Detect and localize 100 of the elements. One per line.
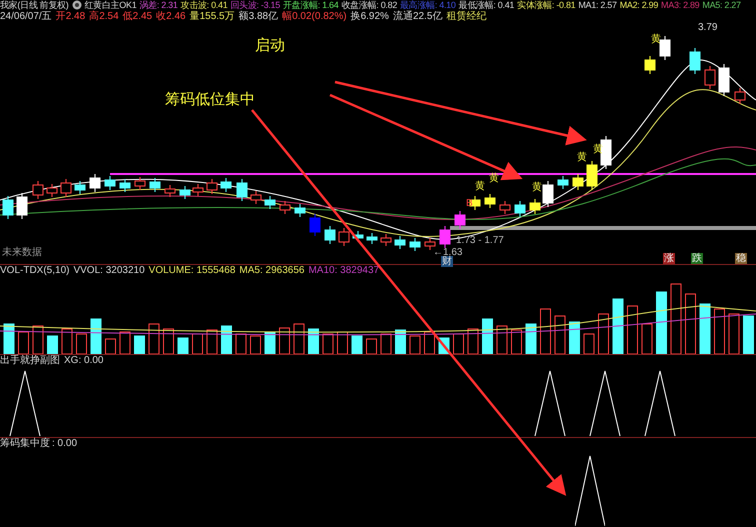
candle	[690, 48, 700, 74]
future-data-note: 未来数据	[2, 247, 42, 258]
volume-bar	[554, 316, 566, 354]
indicator-reading: 最高涨幅: 4.10	[400, 0, 456, 10]
volume-bar	[192, 334, 203, 354]
gear-icon[interactable]	[72, 0, 82, 10]
chart-title: 我家(日线 前复权)	[0, 0, 68, 11]
volume-bar	[294, 324, 304, 354]
candle	[600, 136, 612, 170]
signal-label: 黄	[532, 182, 542, 193]
candle	[514, 200, 526, 218]
volume-bar	[76, 334, 87, 354]
candle	[120, 178, 130, 192]
candle	[164, 184, 176, 198]
volume-bar	[700, 304, 710, 354]
volume-reading: VVOL: 3203210	[73, 265, 145, 276]
signal-label: 黄	[475, 181, 485, 192]
candle	[16, 192, 28, 220]
volume-bar	[322, 334, 334, 354]
volume-bar	[468, 328, 478, 354]
indicator-reading: XG: 0.00	[64, 355, 104, 366]
indicator-reading: : 0.00	[52, 438, 78, 449]
indicator-reading: 实体涨幅: -0.81	[517, 0, 576, 11]
candle	[324, 226, 336, 244]
quote-field: 低2.45	[122, 11, 152, 22]
volume-bar	[32, 326, 44, 354]
candle	[644, 56, 656, 74]
candle	[220, 178, 232, 192]
indicator-reading: 涡差: 2.31	[139, 0, 178, 11]
finance-tag: 财	[441, 256, 453, 267]
volume-bar	[134, 336, 145, 354]
volume-reading: MA5: 2963656	[239, 265, 304, 276]
volume-bar	[743, 316, 754, 354]
candle	[2, 196, 14, 220]
volume-bar	[4, 324, 14, 354]
quote-field: 高2.54	[89, 11, 119, 22]
candle	[104, 176, 116, 190]
indicator-reading: 回头波: -3.15	[230, 0, 280, 10]
candle	[180, 186, 190, 200]
signal-label: 黄	[651, 34, 661, 45]
volume-bar	[120, 332, 130, 354]
signal-tag: 稳	[735, 253, 747, 264]
volume-bar	[540, 308, 551, 354]
sector-label: 租赁经纪	[446, 11, 486, 22]
volume-reading: MA10: 3829437	[308, 265, 380, 276]
indicator-title: 出手就挣副图	[0, 355, 60, 366]
candle	[542, 180, 554, 208]
candle	[380, 234, 392, 246]
candle	[734, 88, 746, 104]
candle	[90, 174, 100, 192]
volume-bar	[526, 324, 536, 354]
indicator-reading: 最低涨幅: 0.41	[458, 0, 514, 10]
candle	[718, 64, 730, 96]
volume-bar	[642, 324, 652, 354]
candle	[500, 200, 510, 214]
indicator-reading: 攻击波: 0.41	[180, 0, 228, 11]
volume-bar	[453, 334, 464, 354]
buy-mark: B	[466, 198, 473, 209]
candle	[74, 180, 86, 194]
candle	[46, 184, 58, 198]
quote-field: 量155.5万	[190, 11, 235, 22]
candle	[338, 228, 350, 246]
price-range-label: 1.73 - 1.77	[456, 235, 504, 246]
volume-bar	[482, 318, 493, 354]
candle	[192, 184, 204, 196]
quote-field: 额3.88亿	[238, 11, 278, 22]
candle	[150, 178, 160, 192]
candle	[558, 176, 568, 190]
volume-bar	[598, 314, 609, 354]
candle	[206, 178, 218, 194]
chip-peak-drawing	[575, 454, 605, 526]
volume-bar	[105, 338, 116, 354]
volume-bar	[424, 332, 435, 354]
volume-bar	[366, 338, 377, 354]
high-price-label: 3.79	[698, 22, 718, 33]
candle	[280, 200, 290, 214]
volume-bar	[62, 328, 72, 354]
volume-bar	[612, 298, 624, 354]
indicator-reading: 开盘涨幅: 1.64	[282, 0, 338, 11]
volume-bar	[308, 328, 319, 354]
date-label: 24/06/07/五	[0, 11, 52, 22]
candle	[366, 232, 378, 244]
volume-bar	[714, 308, 725, 354]
volume-bar	[178, 338, 188, 354]
candle	[484, 194, 496, 208]
candle	[454, 210, 466, 230]
volume-bar	[18, 332, 29, 354]
volume-bar	[279, 328, 290, 354]
candle	[294, 204, 306, 218]
candle	[264, 196, 276, 210]
volume-bar	[337, 332, 348, 354]
volume-bar	[685, 294, 696, 354]
candle	[660, 36, 670, 60]
signal-tag: 涨	[663, 253, 675, 264]
candle	[250, 190, 262, 204]
candle	[310, 214, 320, 236]
indicator-reading: MA1: 2.57	[578, 0, 617, 11]
volume-bar	[250, 336, 261, 354]
indicator-reading: MA2: 2.99	[620, 0, 658, 11]
formula-name: 红黄白主OK1	[84, 0, 136, 10]
